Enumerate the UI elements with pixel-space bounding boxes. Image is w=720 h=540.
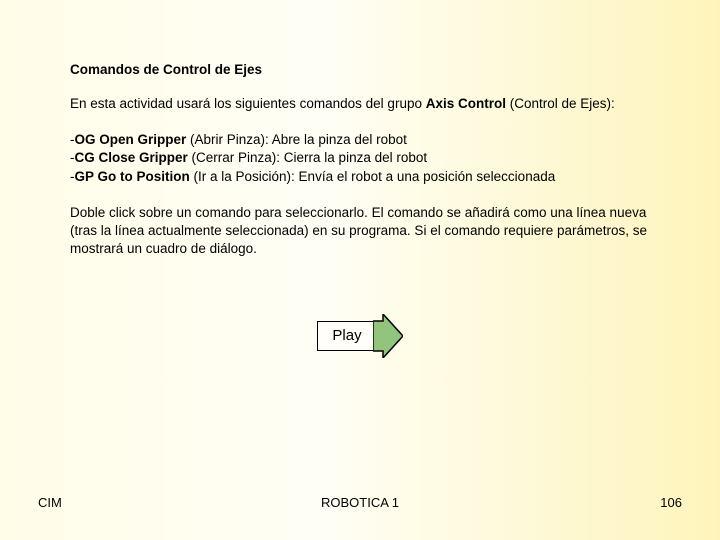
intro-text-post: (Control de Ejes): [506,96,615,111]
cmd-desc: (Cerrar Pinza): Cierra la pinza del robo… [188,150,427,165]
command-item: -OG Open Gripper (Abrir Pinza): Abre la … [70,131,650,149]
intro-text-pre: En esta actividad usará los siguientes c… [70,96,426,111]
footer-right: 106 [660,495,682,510]
command-item: -CG Close Gripper (Cerrar Pinza): Cierra… [70,149,650,167]
intro-paragraph: En esta actividad usará los siguientes c… [70,95,650,113]
footer-center: ROBOTICA 1 [321,495,399,510]
arrow-right-icon [373,314,403,358]
footer: CIM ROBOTICA 1 106 [0,495,720,510]
command-list: -OG Open Gripper (Abrir Pinza): Abre la … [70,131,650,186]
command-item: -GP Go to Position (Ir a la Posición): E… [70,168,650,186]
heading: Comandos de Control de Ejes [70,62,650,77]
play-label: Play [317,321,373,351]
intro-text-bold: Axis Control [426,96,506,111]
cmd-desc: (Ir a la Posición): Envía el robot a una… [190,169,555,184]
instructions-paragraph: Doble click sobre un comando para selecc… [70,204,650,259]
footer-left: CIM [38,495,62,510]
cmd-code: GP Go to Position [75,169,190,184]
cmd-code: CG Close Gripper [75,150,188,165]
play-button[interactable]: Play [317,314,402,358]
cmd-desc: (Abrir Pinza): Abre la pinza del robot [186,132,407,147]
cmd-code: OG Open Gripper [75,132,187,147]
